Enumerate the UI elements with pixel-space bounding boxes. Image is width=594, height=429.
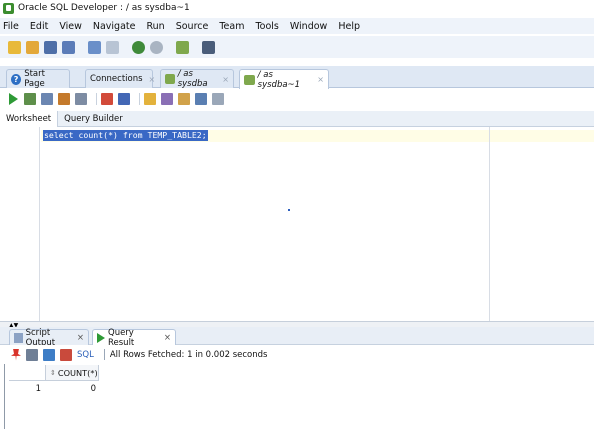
forward-icon[interactable] (150, 40, 163, 54)
sql-statement[interactable]: select count(*) from TEMP_TABLE2; (43, 130, 208, 141)
window-title: Oracle SQL Developer : / as sysdba~1 (18, 3, 190, 13)
worksheet-toolbar (0, 89, 594, 109)
result-grid: ⇕ COUNT(*) 1 0 (9, 365, 594, 429)
result-tab-strip: Script Output × Query Result × (0, 327, 594, 348)
tab-start-page[interactable]: ? Start Page (6, 69, 70, 89)
sql-tuning-icon[interactable] (118, 93, 130, 105)
tab-query-result[interactable]: Query Result × (92, 328, 176, 348)
format-icon[interactable] (161, 93, 173, 105)
menu-edit[interactable]: Edit (30, 21, 48, 32)
rollback-icon[interactable] (58, 93, 70, 105)
tab-sysdba[interactable]: / as sysdba × (160, 69, 234, 89)
new-file-icon[interactable] (8, 40, 21, 54)
close-icon[interactable]: × (149, 75, 156, 84)
help-icon: ? (11, 73, 22, 85)
close-icon[interactable]: × (77, 333, 84, 343)
menu-run[interactable]: Run (146, 21, 164, 32)
history-icon[interactable] (195, 93, 207, 105)
sort-icon: ⇕ (50, 368, 56, 377)
grid-header: ⇕ COUNT(*) (9, 365, 99, 381)
fetch-status: All Rows Fetched: 1 in 0.002 seconds (109, 349, 268, 360)
autotrace-icon[interactable] (101, 93, 113, 105)
sql-view-icon[interactable] (60, 348, 72, 361)
script-output-icon (14, 332, 23, 343)
menu-team[interactable]: Team (219, 21, 244, 32)
back-icon[interactable] (132, 40, 145, 54)
unshared-sql-icon[interactable] (144, 93, 156, 105)
sql-worksheet-icon[interactable] (176, 40, 189, 54)
main-toolbar (0, 36, 594, 58)
close-icon[interactable]: × (317, 75, 324, 84)
separator (103, 349, 105, 360)
open-folder-icon[interactable] (26, 40, 39, 54)
save-icon[interactable] (44, 40, 57, 54)
menu-source[interactable]: Source (176, 21, 209, 32)
describe-icon[interactable] (212, 93, 224, 105)
menu-bar: File Edit View Navigate Run Source Team … (0, 18, 594, 34)
menu-navigate[interactable]: Navigate (93, 21, 136, 32)
refresh-icon[interactable] (43, 348, 55, 361)
sql-editor[interactable]: select count(*) from TEMP_TABLE2; (0, 127, 594, 321)
explain-plan-icon[interactable] (75, 93, 87, 105)
window-titlebar: Oracle SQL Developer : / as sysdba~1 (0, 0, 594, 16)
sql-developer-app-icon (3, 2, 14, 14)
column-header-count[interactable]: ⇕ COUNT(*) (45, 365, 99, 381)
result-toolbar: SQL All Rows Fetched: 1 in 0.002 seconds (0, 345, 594, 364)
menu-help[interactable]: Help (338, 21, 360, 32)
connection-icon (244, 74, 255, 85)
clear-icon[interactable] (178, 93, 190, 105)
tab-query-builder[interactable]: Query Builder (58, 111, 129, 127)
close-icon[interactable]: × (164, 333, 171, 343)
menu-view[interactable]: View (59, 21, 82, 32)
worksheet-subtabs: Worksheet Query Builder (0, 110, 594, 127)
tab-connections[interactable]: Connections × (85, 69, 156, 88)
menu-file[interactable]: File (3, 21, 19, 32)
grid-left-border (4, 364, 5, 429)
run-statement-icon[interactable] (9, 93, 18, 105)
menu-window[interactable]: Window (290, 21, 327, 32)
line-gutter (0, 127, 40, 321)
right-margin-line (489, 127, 490, 321)
print-icon[interactable] (26, 348, 38, 361)
tab-script-output[interactable]: Script Output × (9, 328, 89, 348)
commit-icon[interactable] (41, 93, 53, 105)
tab-sysdba-1[interactable]: / as sysdba~1 × (239, 69, 329, 90)
redo-icon[interactable] (106, 40, 119, 54)
query-result-icon (97, 332, 105, 343)
document-tab-strip: ? Start Page Connections × / as sysdba ×… (0, 66, 594, 90)
cursor-marker (288, 209, 290, 211)
row-number: 1 (35, 384, 41, 394)
sql-link[interactable]: SQL (77, 350, 94, 360)
save-all-icon[interactable] (62, 40, 75, 54)
run-script-icon[interactable] (24, 93, 36, 105)
binoculars-icon[interactable] (202, 40, 215, 54)
menu-tools[interactable]: Tools (255, 21, 278, 32)
pin-icon[interactable] (11, 348, 21, 361)
close-icon[interactable]: × (222, 75, 229, 84)
connection-icon (165, 74, 175, 84)
undo-icon[interactable] (88, 40, 101, 54)
table-cell[interactable]: 0 (45, 382, 99, 397)
tab-worksheet[interactable]: Worksheet (0, 110, 59, 127)
